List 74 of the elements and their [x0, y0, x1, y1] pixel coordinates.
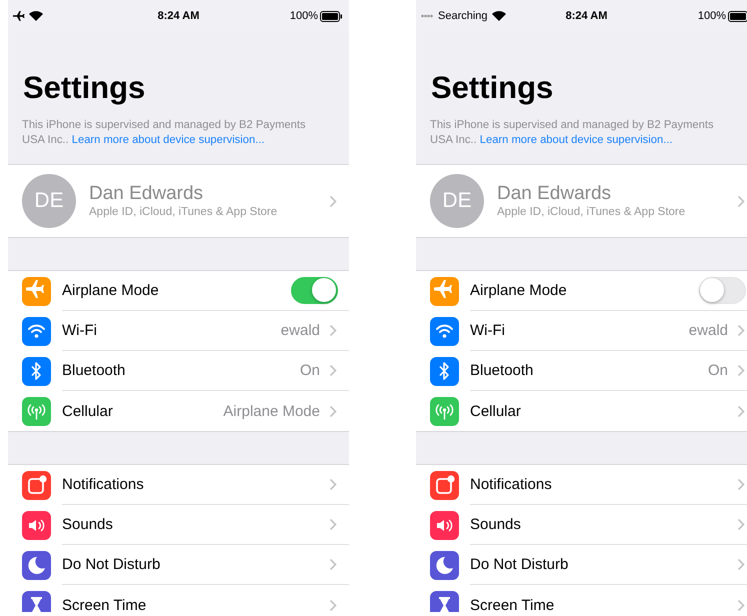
supervision-note: This iPhone is supervised and managed by B2 Payments USA Inc.. Learn more about device supervision...: [429, 118, 715, 148]
chevron-icon: [329, 194, 337, 208]
avatar: DE: [22, 174, 76, 228]
chevron-icon: [329, 518, 337, 531]
settings-row[interactable]: Wi-Fi ewald: [8, 311, 349, 351]
row-value: On: [708, 362, 728, 379]
chevron-icon: [737, 324, 745, 337]
settings-row[interactable]: Airplane Mode: [416, 271, 747, 311]
chevron-icon: [737, 194, 745, 208]
row-label: Wi-Fi: [62, 322, 98, 339]
settings-row[interactable]: Wi-Fi ewald: [416, 311, 747, 351]
profile-name: Dan Edwards: [89, 183, 204, 205]
settings-row[interactable]: Screen Time: [416, 585, 747, 612]
row-label: Screen Time: [470, 596, 556, 612]
clock-time: 8:24 AM: [156, 10, 200, 22]
row-label: Screen Time: [62, 596, 148, 612]
chevron-icon: [737, 364, 745, 377]
page-title: Settings: [22, 69, 146, 106]
settings-row[interactable]: Do Not Disturb: [416, 545, 747, 585]
chevron-icon: [329, 478, 337, 491]
row-value: On: [300, 362, 320, 379]
carrier-label: Searching: [438, 10, 488, 22]
settings-row[interactable]: Bluetooth On: [416, 351, 747, 391]
row-label: Cellular: [470, 402, 522, 420]
row-label: Notifications: [62, 476, 145, 493]
supervision-note: This iPhone is supervised and managed by B2 Payments USA Inc.. Learn more about device supervision...: [21, 118, 307, 148]
settings-row[interactable]: Bluetooth On: [8, 351, 349, 391]
settings-row[interactable]: Sounds: [416, 505, 747, 545]
wifi-icon: [29, 11, 43, 21]
settings-row[interactable]: Do Not Disturb: [8, 545, 349, 585]
chevron-icon: [737, 518, 745, 531]
settings-row[interactable]: Cellular Airplane Mode: [8, 391, 349, 431]
row-label: Notifications: [470, 476, 553, 493]
signal-icon: [421, 14, 435, 18]
row-label: Do Not Disturb: [470, 556, 570, 573]
row-label: Do Not Disturb: [62, 556, 162, 573]
row-label: Airplane Mode: [470, 282, 568, 299]
row-label: Sounds: [470, 516, 522, 533]
row-label: Airplane Mode: [62, 282, 160, 299]
chevron-icon: [329, 404, 337, 418]
row-value: Airplane Mode: [223, 402, 320, 420]
chevron-icon: [737, 598, 745, 612]
avatar: DE: [430, 174, 484, 228]
profile-subtitle: Apple ID, iCloud, iTunes & App Store: [89, 205, 278, 219]
chevron-icon: [329, 364, 337, 377]
row-value: ewald: [280, 322, 320, 339]
profile-name: Dan Edwards: [497, 183, 612, 205]
settings-row[interactable]: Cellular: [416, 391, 747, 431]
row-label: Sounds: [62, 516, 114, 533]
chevron-icon: [329, 598, 337, 612]
row-label: Wi-Fi: [470, 322, 506, 339]
row-label: Bluetooth: [470, 362, 534, 379]
settings-row[interactable]: Notifications: [416, 465, 747, 505]
battery-icon: [320, 10, 343, 22]
row-label: Cellular: [62, 402, 114, 420]
row-value: ewald: [688, 322, 728, 339]
page-title: Settings: [430, 69, 554, 106]
chevron-icon: [329, 558, 337, 571]
chevron-icon: [737, 558, 745, 571]
settings-row[interactable]: Sounds: [8, 505, 349, 545]
settings-row[interactable]: Screen Time: [8, 585, 349, 612]
chevron-icon: [737, 478, 745, 491]
clock-time: 8:24 AM: [564, 10, 608, 22]
battery-percent: 100%: [290, 10, 318, 22]
battery-percent: 100%: [698, 10, 726, 22]
chevron-icon: [329, 324, 337, 337]
wifi-icon: [492, 11, 506, 21]
settings-row[interactable]: Notifications: [8, 465, 349, 505]
settings-row[interactable]: Airplane Mode: [8, 271, 349, 311]
chevron-icon: [737, 404, 745, 418]
toggle-switch[interactable]: [291, 277, 338, 304]
row-label: Bluetooth: [62, 362, 126, 379]
profile-subtitle: Apple ID, iCloud, iTunes & App Store: [497, 205, 686, 219]
battery-icon: [728, 10, 747, 22]
